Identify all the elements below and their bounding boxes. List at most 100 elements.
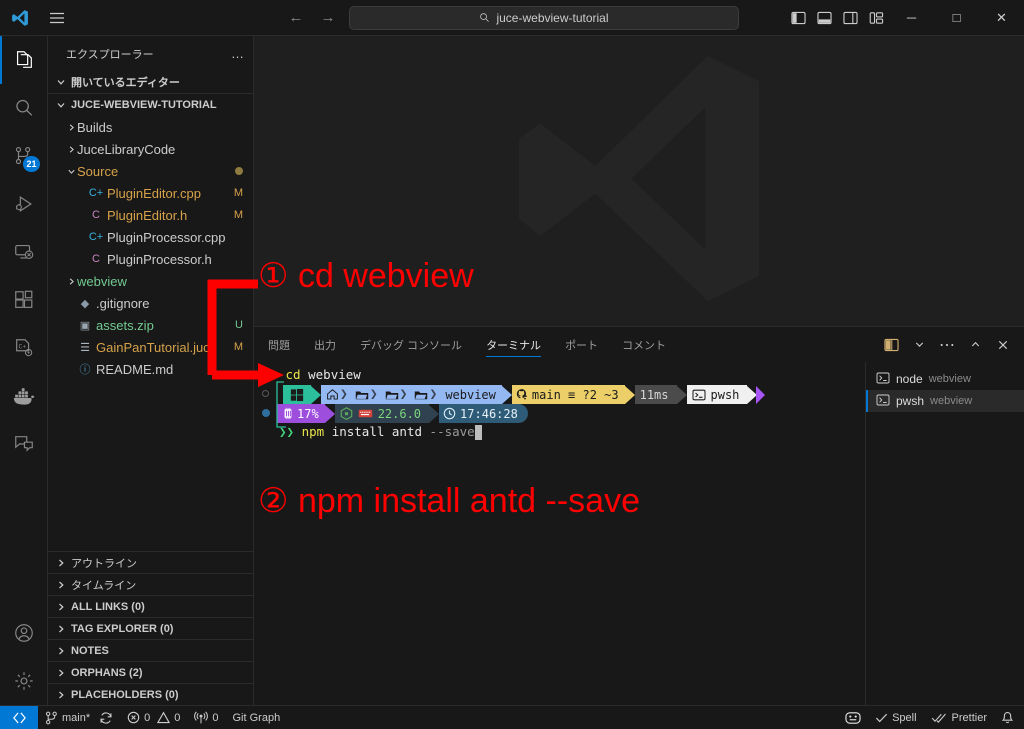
sidebar-section-label: NOTES (71, 644, 109, 657)
tree-item[interactable]: JuceLibraryCode (48, 138, 253, 160)
chevron-down-icon (54, 77, 68, 87)
split-terminal-icon[interactable] (878, 333, 904, 357)
activity-item-docker[interactable] (0, 372, 48, 420)
annotation-step-1: ① cd webview (258, 259, 474, 293)
path-folder-2-segment: ❯ (381, 385, 412, 404)
activity-item-run-and-debug[interactable] (0, 180, 48, 228)
toggle-secondary-sidebar-icon[interactable] (837, 0, 863, 36)
status-port-forward[interactable] (838, 706, 868, 729)
sync-icon (100, 711, 112, 724)
toggle-primary-sidebar-icon[interactable] (785, 0, 811, 36)
activity-item-chat[interactable] (0, 420, 48, 468)
minimize-button[interactable]: ─ (889, 0, 934, 36)
activity-item-explorer[interactable] (0, 36, 48, 84)
run-debug-icon (15, 196, 32, 212)
status-problems[interactable]: 0 0 (120, 706, 187, 729)
panel-tab[interactable]: ポート (565, 327, 598, 362)
maximize-panel-icon[interactable] (962, 333, 988, 357)
toggle-panel-icon[interactable] (811, 0, 837, 36)
tree-item[interactable]: Source (48, 160, 253, 182)
section-open-editors[interactable]: 開いているエディター (48, 71, 253, 93)
tree-item-label: JuceLibraryCode (77, 141, 176, 157)
sidebar-section[interactable]: ORPHANS (2) (48, 661, 253, 683)
powerline-row-2: 17% 22.6.0 17:46:28 (254, 404, 865, 423)
hamburger-menu-icon[interactable] (40, 10, 74, 26)
annotation-1-number: ① (258, 257, 289, 295)
customize-layout-icon[interactable] (863, 0, 889, 36)
activity-item-remote-explorer[interactable] (0, 228, 48, 276)
activity-item-cpp-config[interactable]: C+ (0, 324, 48, 372)
remote-window-icon (12, 711, 26, 723)
status-ports-count: 0 (212, 711, 219, 724)
tree-item-label: README.md (96, 361, 174, 377)
sidebar-section[interactable]: NOTES (48, 639, 253, 661)
tree-item-label: webview (77, 273, 127, 289)
terminal-command-decoration[interactable] (262, 390, 269, 397)
activity-item-search[interactable] (0, 84, 48, 132)
terminal-input-line[interactable]: ❯❯ npm install antd --save (254, 423, 865, 441)
title-bar: ← → juce-webview-tutorial ─ □ ✕ (0, 0, 1024, 36)
sidebar-section[interactable]: ALL LINKS (0) (48, 595, 253, 617)
terminal-list-item[interactable]: pwsh webview (866, 390, 1024, 412)
tree-item[interactable]: Builds (48, 116, 253, 138)
cpp-gear-icon: C+ (15, 339, 32, 357)
status-notifications[interactable] (994, 706, 1024, 729)
sidebar-more-actions-icon[interactable]: … (231, 46, 245, 61)
search-icon (480, 13, 490, 22)
panel-tab[interactable]: ターミナル (486, 327, 542, 362)
status-spell-label: Spell (892, 711, 917, 724)
clock-segment: 17:46:28 (439, 404, 528, 423)
terminal-view[interactable]: ❯ cd webview (254, 362, 865, 705)
panel-tab[interactable]: 出力 (314, 327, 336, 362)
panel-more-actions-icon[interactable]: ⋯ (934, 333, 960, 357)
path-current-segment: webview (441, 385, 502, 404)
activity-item-extensions[interactable] (0, 276, 48, 324)
account-icon (14, 624, 33, 642)
file-type-icon: C+ (88, 187, 104, 199)
tree-item[interactable]: C PluginProcessor.h (48, 248, 253, 270)
terminal-list-item[interactable]: node webview (866, 368, 1024, 390)
terminal-input-decoration[interactable] (262, 409, 270, 417)
folder-icon (355, 391, 369, 399)
tree-item[interactable]: C PluginEditor.h M (48, 204, 253, 226)
terminal-input-flag: --save (429, 424, 475, 439)
status-spell-checker[interactable]: Spell (868, 706, 923, 729)
radio-tower-icon (194, 710, 209, 723)
docker-whale-icon (13, 388, 34, 405)
status-prettier[interactable]: Prettier (924, 706, 994, 729)
section-project-root[interactable]: JUCE-WEBVIEW-TUTORIAL (48, 93, 253, 115)
activity-item-settings[interactable] (0, 657, 48, 705)
tree-item[interactable]: C+ PluginProcessor.cpp (48, 226, 253, 248)
segment-arrow (324, 404, 335, 423)
sidebar-section[interactable]: タイムライン (48, 573, 253, 595)
panel-tab[interactable]: コメント (622, 327, 666, 362)
search-input[interactable]: juce-webview-tutorial (349, 5, 739, 30)
panel-tab[interactable]: デバッグ コンソール (360, 327, 462, 362)
sidebar-section[interactable]: TAG EXPLORER (0) (48, 617, 253, 639)
cpu-segment: 17% (277, 404, 325, 423)
maximize-button[interactable]: □ (934, 0, 979, 36)
chevron-down-icon (65, 167, 77, 176)
tree-item[interactable]: C+ PluginEditor.cpp M (48, 182, 253, 204)
file-type-icon: C (92, 209, 100, 221)
status-git-graph[interactable]: Git Graph (226, 706, 288, 729)
chevron-down-icon[interactable] (906, 333, 932, 357)
nav-forward-button[interactable]: → (317, 8, 339, 28)
close-panel-icon[interactable] (990, 333, 1016, 357)
annotation-1-text: cd webview (297, 257, 474, 295)
status-sync-changes[interactable] (97, 706, 120, 729)
cpu-icon (284, 407, 292, 420)
sidebar-section[interactable]: PLACEHOLDERS (0) (48, 683, 253, 705)
file-type-icon: ▣ (79, 319, 91, 332)
tree-item-label: PluginProcessor.cpp (107, 229, 226, 245)
status-git-branch[interactable]: main* (38, 706, 97, 729)
activity-item-source-control[interactable]: 21 (0, 132, 48, 180)
home-icon (327, 389, 338, 400)
status-ports[interactable]: 0 (187, 706, 225, 729)
windows-logo-icon (290, 388, 304, 401)
sidebar-section[interactable]: アウトライン (48, 551, 253, 573)
activity-item-accounts[interactable] (0, 609, 48, 657)
nav-back-button[interactable]: ← (285, 8, 307, 28)
remote-window-indicator[interactable] (0, 705, 38, 729)
close-button[interactable]: ✕ (979, 0, 1024, 36)
